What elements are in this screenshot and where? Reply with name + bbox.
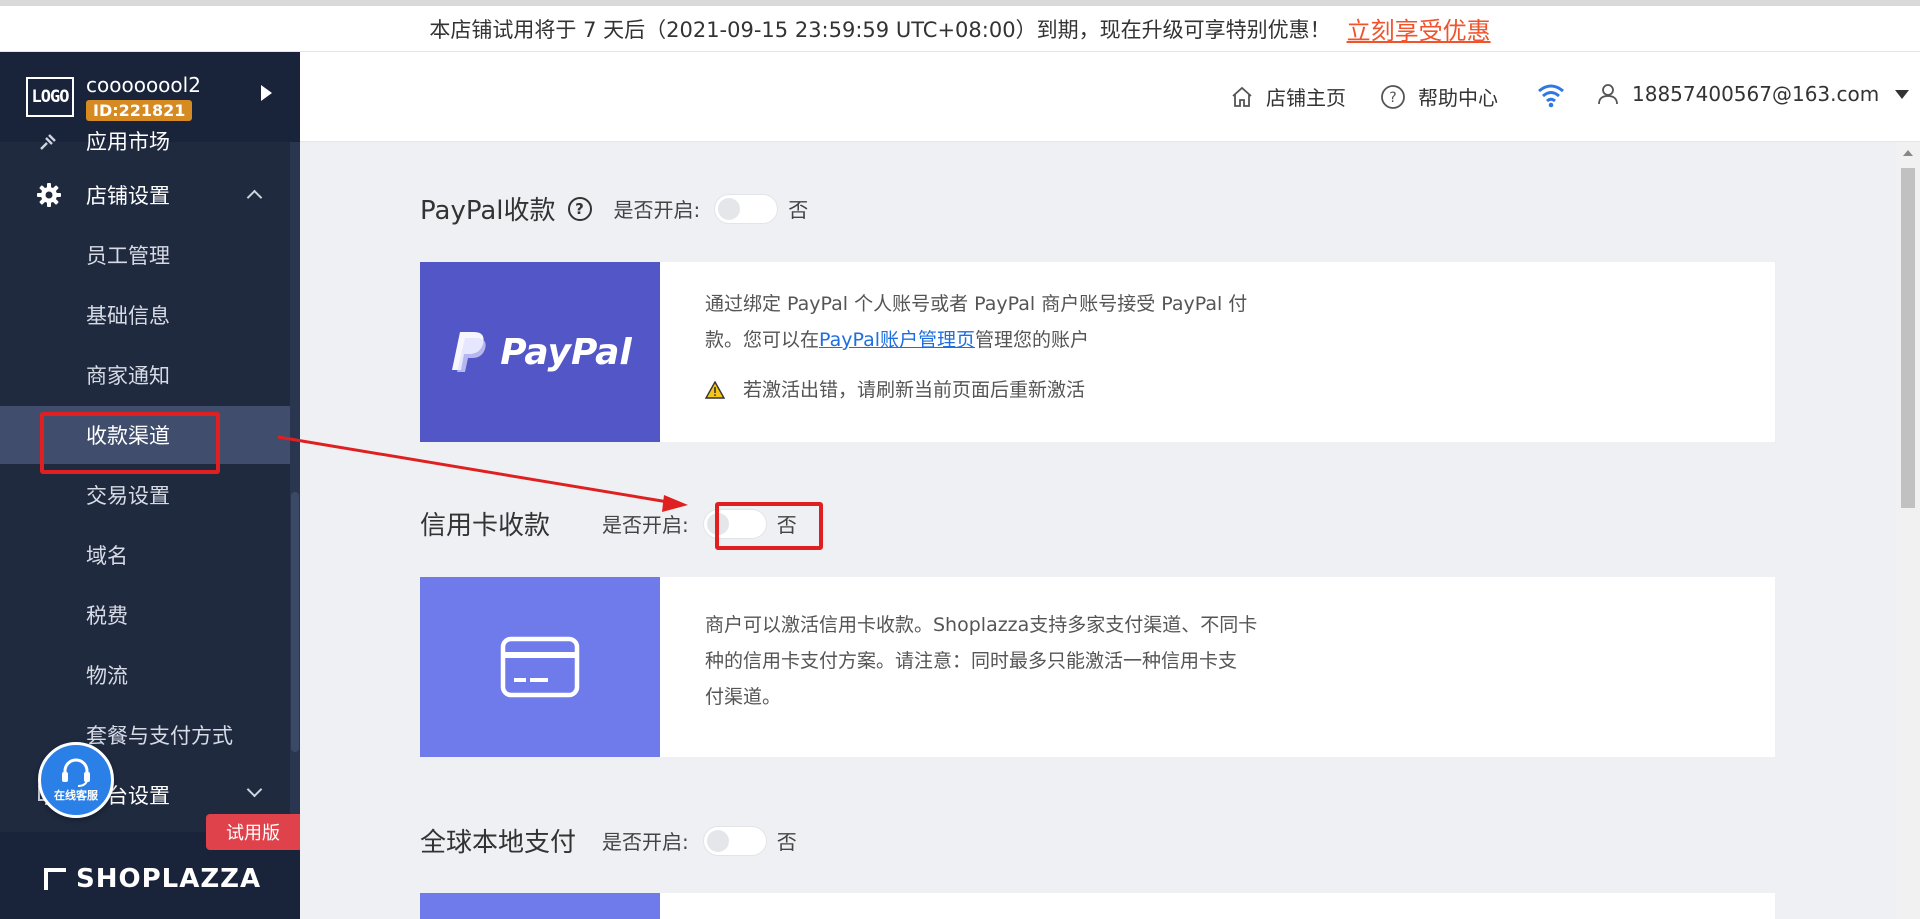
sidebar-item-label: 套餐与支付方式 [86, 724, 233, 748]
credit-desc-line1: 商户可以激活信用卡收款。Shoplazza支持多家支付渠道、不同卡 [705, 614, 1258, 636]
credit-enable-label: 是否开启: [602, 513, 689, 537]
credit-card: 商户可以激活信用卡收款。Shoplazza支持多家支付渠道、不同卡 种的信用卡支… [420, 577, 1775, 757]
sidebar-item-label: 应用市场 [86, 130, 170, 154]
credit-banner [420, 577, 660, 757]
paypal-account-link[interactable]: PayPal账户管理页 [819, 329, 975, 351]
global-enable-label: 是否开启: [602, 830, 689, 854]
help-center-label: 帮助中心 [1418, 86, 1498, 110]
store-name: coooooool2 [86, 73, 201, 97]
global-banner [420, 893, 660, 919]
sidebar-item-label: 基础信息 [86, 304, 170, 328]
sidebar-item-domains[interactable]: 域名 [0, 526, 290, 584]
paypal-state: 否 [788, 198, 809, 222]
paypal-description: 通过绑定 PayPal 个人账号或者 PayPal 商户账号接受 PayPal … [705, 286, 1247, 408]
headset-icon [62, 758, 90, 787]
sidebar-scroll-thumb[interactable] [291, 492, 299, 752]
credit-card-icon [500, 636, 580, 698]
plug-icon [36, 128, 62, 154]
paypal-warning-text: 若激活出错，请刷新当前页面后重新激活 [743, 379, 1086, 401]
sidebar-item-store-settings[interactable]: 店铺设置 [0, 166, 290, 224]
sidebar-item-label: 店铺设置 [86, 184, 170, 208]
paypal-banner: PayPal [420, 262, 660, 442]
shoplazza-mark-icon [44, 868, 66, 890]
svg-text:?: ? [1389, 90, 1396, 106]
sidebar-item-label: 商家通知 [86, 364, 170, 388]
expand-arrow-icon[interactable] [261, 85, 272, 101]
account-menu[interactable]: 18857400567@163.com [1596, 82, 1910, 106]
paypal-desc-line2: 款。您可以在PayPal账户管理页管理您的账户 [705, 322, 1247, 358]
global-section-header: 全球本地支付 是否开启: 否 [420, 822, 797, 859]
sidebar-item-notifications[interactable]: 商家通知 [0, 346, 290, 404]
scroll-up-arrow-icon[interactable] [1903, 150, 1913, 156]
store-home-link[interactable]: 店铺主页 [1230, 82, 1346, 111]
sidebar-footer: 试用版 SHOPLAZZA [0, 814, 300, 919]
store-home-label: 店铺主页 [1266, 86, 1346, 110]
paypal-section-header: PayPal收款 ? 是否开启: 否 [420, 190, 808, 227]
gear-icon [36, 182, 62, 208]
credit-title: 信用卡收款 [420, 511, 551, 541]
credit-desc-line3: 付渠道。 [705, 686, 782, 708]
paypal-wordmark: PayPal [500, 331, 632, 373]
wifi-status[interactable] [1536, 82, 1578, 108]
sidebar-item-label: 物流 [86, 664, 128, 688]
credit-desc-line2: 种的信用卡支付方案。请注意：同时最多只能激活一种信用卡支 [705, 650, 1238, 672]
top-header: 店铺主页 ? 帮助中心 18857400567@163.com [300, 52, 1920, 142]
toggle-knob [718, 197, 741, 220]
customer-service-button[interactable]: 在线客服 [38, 742, 114, 818]
home-icon [1232, 86, 1252, 107]
credit-description: 商户可以激活信用卡收款。Shoplazza支持多家支付渠道、不同卡 种的信用卡支… [705, 607, 1257, 715]
toggle-knob [706, 829, 729, 852]
account-email: 18857400567@163.com [1632, 82, 1880, 106]
sidebar-item-label: 域名 [86, 544, 128, 568]
global-toggle[interactable] [702, 825, 767, 856]
paypal-toggle[interactable] [714, 193, 779, 224]
trial-badge: 试用版 [206, 814, 300, 850]
store-logo: LOGO [26, 77, 74, 117]
content-scroll-thumb[interactable] [1901, 168, 1915, 508]
sidebar-item-label: 税费 [86, 604, 128, 628]
sidebar-item-checkout-settings[interactable]: 交易设置 [0, 466, 290, 524]
question-icon[interactable]: ? [567, 196, 592, 221]
annotation-highlight-sidebar [40, 412, 220, 474]
sidebar-item-basic-info[interactable]: 基础信息 [0, 286, 290, 344]
customer-service-label: 在线客服 [54, 789, 98, 802]
sidebar-item-taxes[interactable]: 税费 [0, 586, 290, 644]
brand-logo: SHOPLAZZA [44, 864, 261, 894]
trial-message: 本店铺试用将于 7 天后（2021-09-15 23:59:59 UTC+08:… [429, 17, 1331, 42]
global-state: 否 [776, 830, 797, 854]
global-card [420, 893, 1775, 919]
paypal-title: PayPal收款 [420, 196, 556, 226]
help-icon: ? [1381, 84, 1405, 109]
caret-down-icon [1895, 89, 1910, 99]
content-scrollbar[interactable] [1896, 142, 1920, 919]
paypal-logo-icon [452, 332, 486, 372]
paypal-desc-line1: 通过绑定 PayPal 个人账号或者 PayPal 商户账号接受 PayPal … [705, 293, 1248, 315]
paypal-enable-label: 是否开启: [613, 198, 701, 222]
sidebar-item-shipping[interactable]: 物流 [0, 646, 290, 704]
paypal-warning: 若激活出错，请刷新当前页面后重新激活 [705, 372, 1247, 408]
upgrade-link[interactable]: 立刻享受优惠 [1347, 11, 1491, 46]
paypal-card: PayPal 通过绑定 PayPal 个人账号或者 PayPal 商户账号接受 … [420, 262, 1775, 442]
sidebar-item-label: 员工管理 [86, 244, 170, 268]
global-title: 全球本地支付 [420, 828, 577, 858]
sidebar-item-staff[interactable]: 员工管理 [0, 226, 290, 284]
brand-name: SHOPLAZZA [76, 864, 262, 894]
help-center-link[interactable]: ? 帮助中心 [1380, 82, 1498, 111]
sidebar-item-plans[interactable]: 套餐与支付方式 [0, 706, 290, 764]
user-icon [1598, 84, 1618, 105]
trial-banner: 本店铺试用将于 7 天后（2021-09-15 23:59:59 UTC+08:… [0, 0, 1920, 52]
warning-icon [705, 381, 725, 399]
wifi-icon [1538, 84, 1564, 108]
chevron-down-icon [246, 781, 263, 798]
paypal-desc-suffix: 管理您的账户 [975, 329, 1090, 351]
paypal-desc-prefix: 款。您可以在 [705, 329, 820, 351]
sidebar-item-app-market[interactable]: 应用市场 [0, 116, 290, 166]
annotation-highlight-toggle [715, 502, 823, 550]
sidebar-item-label: 交易设置 [86, 484, 170, 508]
chevron-up-icon [246, 189, 263, 206]
